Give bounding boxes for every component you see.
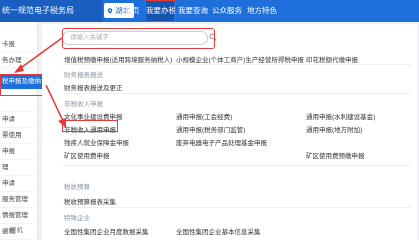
- row-disability-fund[interactable]: 残疾人就业保障金申报: [64, 137, 129, 147]
- row-vat-prepay[interactable]: 增值税预缴申报(适用跨境服务纳税人): [64, 54, 172, 64]
- divider: [62, 93, 412, 94]
- divider: [62, 64, 412, 65]
- top-navigation-bar: 统一规范电子税务局 湖北 首页 我要办税 我要查询 公众服务 地方特色: [0, 0, 419, 22]
- sidebar-item-4[interactable]: 申请: [0, 112, 38, 128]
- sidebar: 卡报 务办理 税申报及缴纳 申请 票使用 申报 理 申请 服务管理 情报管理 退…: [0, 22, 44, 240]
- sidebar-item-5[interactable]: 票使用: [0, 128, 38, 144]
- nav-public-service[interactable]: 公众服务: [212, 0, 242, 22]
- search-input[interactable]: 请输入关键字: [62, 31, 208, 45]
- caret-up-icon: [2, 228, 8, 232]
- row-stamp-duty[interactable]: 印花税额代缴申报: [306, 54, 358, 64]
- nav-local-feature[interactable]: 地方特色: [246, 0, 278, 22]
- sidebar-item-8[interactable]: 申请: [0, 176, 38, 192]
- row-mining-fee[interactable]: 矿区使用费申报: [64, 150, 110, 160]
- sidebar-item-3[interactable]: [0, 96, 38, 112]
- row-small-business-income-tax[interactable]: 小规模企业(个体工商户)生产经营所得税申报: [176, 54, 304, 64]
- sidebar-item-6[interactable]: 申报: [0, 144, 38, 160]
- section-tax-budget: 税收预算: [64, 184, 90, 191]
- row-tax-dept-general[interactable]: 通用申报(税务部门监管): [176, 124, 245, 134]
- nav-home[interactable]: 首页: [120, 0, 144, 22]
- section-non-tax-revenue: 非税收入申报: [64, 101, 103, 108]
- section-special-enterprise: 特殊企业: [64, 215, 90, 222]
- sidebar-item-9[interactable]: 服务管理: [0, 192, 38, 208]
- row-water-fund[interactable]: 通用申报(水利建设基金): [306, 111, 375, 121]
- divider: [62, 165, 412, 166]
- sidebar-collapse[interactable]: 报机: [0, 222, 38, 240]
- divider: [62, 207, 412, 208]
- main-panel: 请输入关键字 增值税预缴申报(适用跨境服务纳税人) 小规模企业(个体工商户)生产…: [42, 24, 417, 240]
- search-icon[interactable]: [209, 33, 217, 41]
- row-mining-fee-prepay[interactable]: 矿区使用费预缴申报: [306, 150, 365, 160]
- row-culture-fee[interactable]: 文化事业建设费申报: [64, 111, 123, 121]
- row-union-fee[interactable]: 通用申报(工会经费): [176, 111, 232, 121]
- row-waste-electronics-fund[interactable]: 废弃电器电子产品处理基金申报: [176, 137, 267, 147]
- section-financial-report: 财务报表报送: [64, 72, 103, 79]
- row-group-monthly-data[interactable]: 全国性集团企业月度数据采集: [64, 226, 149, 236]
- row-non-tax-general-declaration[interactable]: 非税收入通用申报: [64, 124, 116, 134]
- sidebar-item-7[interactable]: 理: [0, 160, 38, 176]
- sidebar-bottom-label: 报机: [10, 227, 23, 234]
- sidebar-item-0[interactable]: 卡报: [0, 37, 38, 53]
- row-financial-report-submit[interactable]: 财务报表报送及更正: [64, 82, 123, 92]
- nav-tax-query[interactable]: 我要查询: [178, 0, 208, 22]
- row-tax-budget-collection[interactable]: 税收预算报表采集: [64, 196, 116, 206]
- nav-tax-handling[interactable]: 我要办税: [146, 0, 176, 22]
- location-pin-icon: [107, 8, 113, 14]
- sidebar-item-tax-declaration[interactable]: 税申报及缴纳: [0, 74, 44, 90]
- row-local-surcharge[interactable]: 通用申报(地方附加): [306, 124, 362, 134]
- site-title: 统一规范电子税务局: [0, 0, 102, 22]
- row-group-basic-info[interactable]: 全国性集团企业基本信息采集: [176, 226, 261, 236]
- sidebar-item-1[interactable]: 务办理: [0, 53, 38, 69]
